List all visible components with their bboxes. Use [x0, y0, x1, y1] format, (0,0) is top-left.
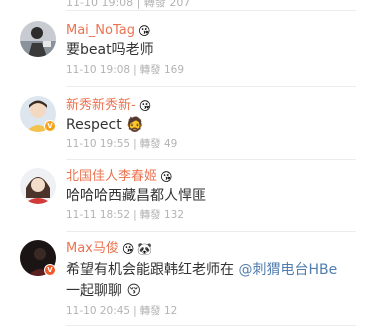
repost-button[interactable]: 轉發	[140, 64, 161, 76]
timestamp: 11-10 19:08	[66, 64, 131, 76]
fan-badge-icon: 😘	[160, 170, 173, 184]
verified-badge-icon: V	[44, 120, 56, 132]
repost-count: 12	[164, 305, 178, 317]
mention-link[interactable]: @刺猬电台HBe	[238, 262, 337, 278]
comment-text: 一起聊聊 😚	[66, 283, 142, 299]
repost-button[interactable]: 轉發	[140, 209, 161, 221]
comment-header: 新秀新秀新- 😘	[66, 98, 151, 114]
repost-button[interactable]: 轉發	[140, 138, 161, 150]
comment-meta: 11-10 19:55 | 轉發 49	[66, 138, 178, 150]
repost-button[interactable]: 轉發	[140, 305, 161, 317]
comment-text: Respect 🧔	[66, 117, 144, 133]
comment-header: 北国佳人李春姬 😘	[66, 169, 173, 185]
comment-header: Mai_NoTag 😘	[66, 23, 151, 39]
comment-text-line: 希望有机会能跟韩红老师在 @刺猬电台HBe	[66, 260, 337, 280]
comment-text: 哈哈哈西藏昌都人悍匪	[66, 188, 206, 204]
username-link[interactable]: Mai_NoTag	[66, 23, 135, 39]
divider	[66, 86, 356, 87]
repost-count: 169	[164, 64, 185, 76]
comment-meta: 11-10 20:45 | 轉發 12	[66, 305, 178, 317]
comment-text: 要beat吗老师	[66, 42, 154, 58]
comment-header: Max马俊 😘 🐼	[66, 241, 152, 257]
repost-count: 49	[164, 138, 178, 150]
repost-count: 132	[164, 209, 185, 221]
username-link[interactable]: 北国佳人李春姬	[66, 169, 157, 185]
divider	[66, 159, 356, 160]
avatar[interactable]	[20, 21, 56, 57]
divider	[66, 10, 356, 11]
divider	[66, 325, 356, 326]
username-link[interactable]: Max马俊	[66, 241, 119, 257]
comment-meta: 11-10 19:08 | 轉發 169	[66, 64, 185, 76]
timestamp: 11-10 19:55	[66, 138, 131, 150]
divider	[66, 231, 356, 232]
avatar[interactable]	[20, 168, 56, 204]
partial-meta: 11-10 19:08 | 轉發 207	[66, 0, 191, 9]
verified-badge-icon: V	[44, 264, 56, 276]
fan-badge-icon: 😘	[121, 242, 135, 256]
timestamp: 11-11 18:52	[66, 209, 131, 221]
comment-text: 希望有机会能跟韩红老师在	[66, 262, 239, 278]
fan-badge-icon: 😘	[138, 99, 152, 113]
username-link[interactable]: 新秀新秀新-	[66, 98, 136, 114]
timestamp: 11-10 20:45	[66, 305, 131, 317]
comment-meta: 11-11 18:52 | 轉發 132	[66, 209, 185, 221]
fan-badge-icon: 😘	[137, 24, 151, 38]
panda-badge-icon: 🐼	[137, 242, 153, 256]
